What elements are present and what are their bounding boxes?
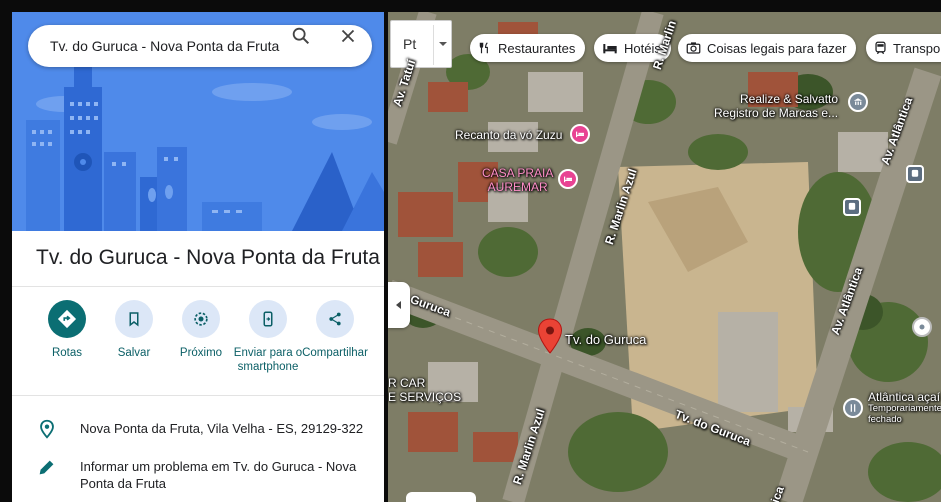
selected-location-label: Tv. do Guruca [565, 332, 647, 347]
chip-transit[interactable]: Transpo [866, 34, 941, 62]
poi-realize-line2: Registro de Marcas e... [714, 106, 839, 120]
map-bottom-control[interactable] [406, 492, 476, 502]
poi-casa-line1: CASA PRAIA [482, 166, 554, 180]
restaurant-icon [479, 42, 488, 54]
camera-icon [686, 42, 701, 54]
bookmark-icon [129, 312, 139, 327]
place-panel: Tv. do Guruca - Nova Ponta da Fruta Rota… [12, 12, 384, 502]
transit-icon [848, 202, 856, 210]
close-icon[interactable] [337, 25, 359, 47]
poi-label-casa-praia[interactable]: CASA PRAIA AUREMAR [482, 166, 553, 194]
hotel-icon [576, 131, 584, 138]
send-to-phone-label: Enviar para o smartphone [233, 347, 303, 373]
report-problem-text: Informar um problema em Tv. do Guruca - … [80, 459, 357, 491]
bus-stop-marker[interactable] [906, 165, 924, 183]
share-button[interactable]: Compartilhar [298, 300, 372, 360]
chip-restaurants-label: Restaurantes [498, 40, 576, 56]
satellite-imagery [388, 12, 941, 502]
location-pin-icon [919, 324, 925, 330]
directions-button[interactable]: Rotas [30, 300, 104, 360]
poi-car-line2: E SERVIÇOS [388, 390, 462, 404]
transit-icon [875, 41, 886, 55]
chevron-left-icon [396, 301, 401, 309]
collapse-panel-button[interactable] [388, 282, 410, 328]
divider [433, 25, 434, 65]
directions-label: Rotas [51, 347, 83, 359]
address-text: Nova Ponta da Fruta, Vila Velha - ES, 29… [80, 421, 364, 436]
hotel-poi-marker[interactable] [558, 169, 578, 189]
directions-icon [57, 309, 77, 329]
place-title: Tv. do Guruca - Nova Ponta da Fruta [36, 246, 380, 269]
chip-things-to-do-label: Coisas legais para fazer [707, 40, 847, 56]
poi-atlantica-sub2: fechado [868, 414, 902, 425]
place-marker[interactable] [912, 317, 932, 337]
poi-label-recanto[interactable]: Recanto da vó Zuzu [455, 128, 562, 142]
nearby-label: Próximo [179, 347, 223, 359]
send-to-phone-icon [263, 311, 273, 327]
hotel-icon [564, 176, 572, 183]
nearby-icon [194, 312, 208, 326]
save-button[interactable]: Salvar [97, 300, 171, 360]
poi-label-car-service[interactable]: R CAR E SERVIÇOS [388, 376, 461, 404]
bank-poi-marker[interactable] [848, 92, 868, 112]
food-poi-marker[interactable] [843, 398, 863, 418]
hotel-poi-marker[interactable] [570, 124, 590, 144]
poi-label-realize[interactable]: Realize & Salvatto Registro de Marcas e.… [714, 92, 838, 120]
save-label: Salvar [117, 347, 151, 359]
caret-down-icon[interactable] [437, 39, 449, 49]
poi-car-line1: R CAR [388, 376, 426, 390]
search-box[interactable] [28, 25, 372, 67]
poi-atlantica-name: Atlântica açaí [868, 390, 941, 404]
poi-label-atlantica-acai[interactable]: Atlântica açaí Temporariamente fechado [868, 390, 941, 425]
chip-things-to-do[interactable]: Coisas legais para fazer [678, 34, 857, 62]
search-icon[interactable] [290, 25, 312, 47]
search-input[interactable] [50, 38, 282, 54]
bus-stop-marker[interactable] [843, 198, 861, 216]
divider [12, 286, 384, 287]
transit-icon [911, 169, 919, 177]
divider [12, 395, 384, 396]
share-icon [329, 312, 341, 326]
location-pin-icon [40, 419, 54, 439]
poi-casa-line2: AUREMAR [487, 180, 548, 194]
restaurant-icon [850, 404, 856, 412]
send-to-phone-button[interactable]: Enviar para o smartphone [231, 300, 305, 374]
selected-location-pin-icon[interactable] [537, 318, 563, 354]
hotel-icon [603, 44, 617, 54]
poi-realize-line1: Realize & Salvatto [740, 92, 839, 106]
edit-pencil-icon [39, 460, 54, 475]
city-illustration [12, 12, 384, 231]
map-type-button[interactable]: Pt [390, 20, 452, 68]
chip-restaurants[interactable]: Restaurantes [470, 34, 586, 62]
chip-transit-label: Transpo [893, 40, 941, 56]
map-type-label: Pt [403, 36, 417, 52]
poi-atlantica-sub1: Temporariamente [868, 403, 941, 414]
share-label: Compartilhar [302, 347, 368, 359]
bank-icon [853, 98, 863, 105]
satellite-map[interactable]: Pt Restaurantes Hotéis Coisas legais par… [388, 12, 941, 502]
nearby-button[interactable]: Próximo [164, 300, 238, 360]
